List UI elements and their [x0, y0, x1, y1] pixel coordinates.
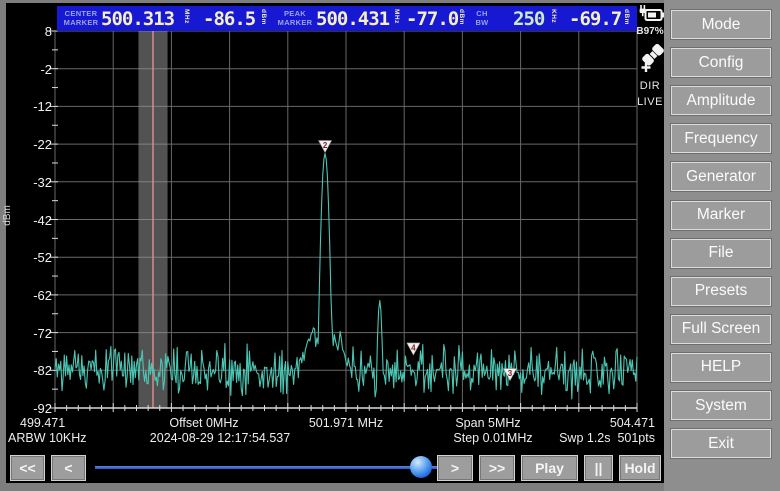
channel-power-level: -69.7: [569, 8, 621, 30]
fast-forward-button[interactable]: >>: [479, 455, 515, 481]
hold-button[interactable]: Hold: [619, 455, 661, 481]
offset-label: Offset 0MHz: [142, 416, 266, 430]
menu-button-generator[interactable]: Generator: [671, 162, 771, 191]
pause-button[interactable]: ||: [584, 455, 613, 481]
satellite-icon: [639, 44, 667, 74]
battery-percentage: B97%: [633, 26, 667, 37]
y-axis-tick-label: -52: [8, 250, 52, 265]
y-axis-tick-label: -82: [8, 363, 52, 378]
y-axis-unit-label: dBm: [2, 205, 13, 226]
play-button[interactable]: Play: [521, 455, 578, 481]
menu-button-system[interactable]: System: [671, 391, 771, 420]
peak-marker-level: -77.0: [406, 8, 458, 30]
menu-button-marker[interactable]: Marker: [671, 201, 771, 230]
center-marker-frequency-unit: MHz: [183, 9, 190, 24]
position-slider-thumb[interactable]: [410, 456, 432, 478]
rbw-label: ARBW 10KHz: [8, 431, 87, 445]
center-marker-level-unit: dBm: [260, 9, 267, 25]
center-marker-frequency: 500.313: [101, 8, 174, 30]
battery-charging-icon: [638, 4, 666, 25]
menu-button-help[interactable]: HELP: [671, 353, 771, 382]
peak-marker-frequency: 500.431: [316, 8, 389, 30]
center-marker-label: CENTERMARKER: [62, 10, 100, 27]
menu-button-frequency[interactable]: Frequency: [671, 124, 771, 153]
frame-bottom: [0, 483, 666, 491]
start-frequency-label: 499.471: [20, 416, 65, 430]
step-forward-button[interactable]: >: [437, 455, 473, 481]
peak-marker-level-unit: dBm: [458, 9, 465, 25]
center-frequency-label: 501.971 MHz: [276, 416, 416, 430]
rewind-button[interactable]: <<: [10, 455, 45, 481]
menu-button-presets[interactable]: Presets: [671, 277, 771, 306]
y-axis-tick-label: -32: [8, 175, 52, 190]
marker-2: 2: [319, 141, 332, 153]
channel-power-level-unit: dBm: [623, 9, 630, 25]
menu-button-amplitude[interactable]: Amplitude: [671, 86, 771, 115]
y-axis-tick-label: -42: [8, 213, 52, 228]
step-back-button[interactable]: <: [51, 455, 86, 481]
y-axis-tick-label: -92: [8, 401, 52, 416]
live-status-label: LIVE: [633, 96, 667, 108]
channel-bw-unit: KHz: [550, 9, 557, 23]
y-axis-tick-label: -2: [8, 62, 52, 77]
stop-frequency-label: 504.471: [585, 416, 655, 430]
menu-button-exit[interactable]: Exit: [671, 429, 771, 458]
menu-panel: Mode Config Amplitude Frequency Generator Mar…: [664, 0, 780, 491]
marker-4: 4: [407, 343, 420, 355]
menu-button-config[interactable]: Config: [671, 48, 771, 77]
svg-text:2: 2: [323, 141, 328, 150]
peak-marker-label: PEAKMARKER: [276, 10, 314, 27]
y-axis-tick-label: 8: [8, 24, 52, 39]
menu-button-file[interactable]: File: [671, 239, 771, 268]
channel-bw-value: 250: [513, 8, 544, 30]
y-axis-tick-label: -72: [8, 326, 52, 341]
svg-text:3: 3: [508, 369, 513, 378]
menu-button-full-screen[interactable]: Full Screen: [671, 315, 771, 344]
y-axis-tick-label: -22: [8, 137, 52, 152]
y-axis-tick-label: -12: [8, 99, 52, 114]
spectrum-plot[interactable]: 2 4 3: [0, 0, 666, 450]
sweep-info-label: Swp 1.2s 501pts: [525, 431, 655, 445]
channel-bw-label: CHBW: [470, 10, 494, 27]
svg-text:4: 4: [411, 343, 416, 352]
marker-3: 3: [504, 369, 517, 381]
span-label: Span 5MHz: [428, 416, 548, 430]
menu-button-mode[interactable]: Mode: [671, 10, 771, 39]
dir-status-label: DIR: [633, 80, 667, 92]
top-status-bar: CENTERMARKER 500.313 MHz -86.5 dBm PEAKM…: [57, 6, 637, 31]
center-marker-level: -86.5: [203, 8, 255, 30]
timestamp-label: 2024-08-29 12:17:54.537: [130, 431, 310, 445]
y-axis-tick-label: -62: [8, 288, 52, 303]
peak-marker-frequency-unit: MHz: [393, 9, 400, 24]
position-slider-track[interactable]: [95, 466, 445, 469]
